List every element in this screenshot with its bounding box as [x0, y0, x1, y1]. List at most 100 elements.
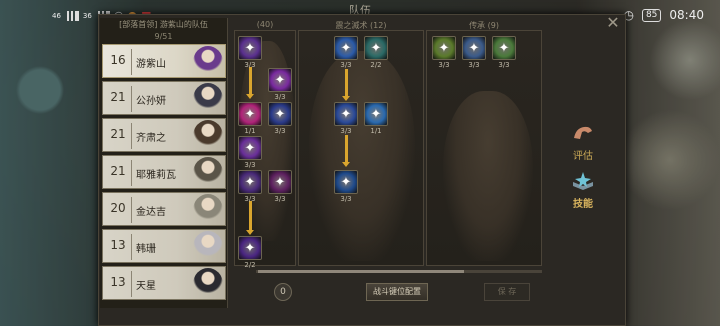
member-level: 13	[110, 238, 126, 252]
party-count: 9/51	[154, 32, 173, 41]
skill-count: 3/3	[244, 195, 256, 203]
member-name: 天星	[136, 281, 156, 292]
arrow-icon: ✦	[468, 40, 480, 56]
party-member[interactable]: 13 天星	[102, 266, 226, 300]
skill-slot-left[interactable]: ✦	[268, 102, 292, 126]
tree-arrow	[342, 69, 350, 101]
tree-arrow	[246, 67, 254, 99]
blade-icon: ✦	[498, 40, 510, 56]
skill-count: 3/3	[274, 127, 286, 135]
skill-count: 1/1	[370, 127, 382, 135]
party-member[interactable]: 21 公孙妍	[102, 81, 226, 115]
skill-slot-middle[interactable]: ✦	[334, 36, 358, 60]
party-member[interactable]: 20 金达吉	[102, 192, 226, 226]
party-member[interactable]: 21 齐肃之	[102, 118, 226, 152]
save-button[interactable]: 保 存	[484, 283, 530, 301]
level-divider	[131, 49, 132, 75]
skill-slot-middle[interactable]: ✦	[334, 170, 358, 194]
keybind-config-button[interactable]: 战斗键位配置	[366, 283, 428, 301]
shadow-icon: ✦	[244, 240, 256, 256]
skill-slot-left[interactable]: ✦	[268, 170, 292, 194]
skill-count: 3/3	[498, 61, 510, 69]
member-level: 21	[110, 90, 126, 104]
skill-count: 3/3	[274, 93, 286, 101]
tab-character-label: 评估	[573, 151, 593, 162]
member-level: 16	[110, 53, 126, 67]
party-member[interactable]: 13 韩珊	[102, 229, 226, 263]
panel-left-title: (40)	[256, 20, 274, 29]
tree-backdrop	[309, 51, 415, 261]
flame-icon: ✦	[274, 174, 286, 190]
skill-count: 3/3	[468, 61, 480, 69]
leaf-icon: ✦	[438, 40, 450, 56]
panel-scrollbar[interactable]	[256, 270, 542, 273]
arcane-icon: ✦	[274, 106, 286, 122]
skill-count: 3/3	[438, 61, 450, 69]
close-icon[interactable]: ✕	[603, 14, 623, 32]
void-icon: ✦	[244, 40, 256, 56]
figure-icon: ✦	[370, 106, 382, 122]
skill-slot-left[interactable]: ✦	[238, 236, 262, 260]
burst-icon: ✦	[244, 106, 256, 122]
skill-count: 3/3	[340, 127, 352, 135]
member-name: 金达吉	[136, 207, 166, 218]
avatar	[193, 46, 223, 77]
skill-panel-middle	[298, 30, 424, 266]
member-level: 13	[110, 275, 126, 289]
level-divider	[131, 123, 132, 149]
panel-middle-title: 震之滅术 (12)	[335, 21, 387, 30]
member-name: 齐肃之	[136, 133, 166, 144]
skill-slot-left[interactable]: ✦	[268, 68, 292, 92]
skill-count: 3/3	[340, 195, 352, 203]
game-screen: 46 36 ◠ ● ■ ◷ 85 08:40 队伍 ✕ [部落首领] 游紫山的队…	[0, 0, 720, 326]
tab-character[interactable]: 评估	[560, 122, 606, 162]
tentacle-icon: ✦	[244, 174, 256, 190]
skill-slot-left[interactable]: ✦	[238, 36, 262, 60]
skill-slot-middle[interactable]: ✦	[364, 36, 388, 60]
tab-skills[interactable]: 技能	[560, 170, 606, 210]
skill-points-counter: 0	[274, 283, 292, 301]
avatar	[193, 194, 223, 225]
skill-slot-right[interactable]: ✦	[462, 36, 486, 60]
member-level: 21	[110, 164, 126, 178]
skill-count: 1/1	[244, 127, 256, 135]
avatar	[193, 83, 223, 114]
arm-icon	[574, 126, 592, 139]
tree-arrow	[246, 201, 254, 235]
spiral-icon: ✦	[340, 106, 352, 122]
party-member[interactable]: 16 游紫山	[102, 44, 226, 78]
party-list: [部落首领] 游紫山的队伍 9/51 16 游紫山 21 公孙妍 21 齐肃之 21 耶雅莉瓦…	[100, 18, 228, 308]
skill-slot-middle[interactable]: ✦	[334, 102, 358, 126]
bottom-bar: 0 战斗键位配置 保 存	[228, 276, 548, 308]
member-name: 游紫山	[136, 59, 166, 70]
level-divider	[131, 86, 132, 112]
skill-slot-right[interactable]: ✦	[492, 36, 516, 60]
avatar	[193, 157, 223, 188]
avatar	[193, 268, 223, 299]
skill-book-icon	[573, 172, 593, 190]
skill-slot-left[interactable]: ✦	[238, 136, 262, 160]
skill-count: 3/3	[340, 61, 352, 69]
skill-slot-left[interactable]: ✦	[238, 102, 262, 126]
scrollbar-thumb[interactable]	[258, 270, 464, 273]
vortex-icon: ✦	[274, 72, 286, 88]
panel-right-title: 传承 (9)	[469, 21, 499, 30]
member-name: 韩珊	[136, 244, 156, 255]
skill-slot-right[interactable]: ✦	[432, 36, 456, 60]
tree-backdrop	[443, 91, 533, 261]
skill-count: 3/3	[274, 195, 286, 203]
skull-icon: ✦	[244, 140, 256, 156]
skill-slot-left[interactable]: ✦	[238, 170, 262, 194]
tree-arrow	[342, 135, 350, 167]
skill-count: 2/2	[244, 261, 256, 269]
level-divider	[131, 197, 132, 223]
skill-count: 3/3	[244, 161, 256, 169]
member-name: 耶雅莉瓦	[136, 170, 176, 181]
party-member[interactable]: 21 耶雅莉瓦	[102, 155, 226, 189]
level-divider	[131, 271, 132, 297]
avatar	[193, 120, 223, 151]
skill-slot-middle[interactable]: ✦	[364, 102, 388, 126]
member-level: 21	[110, 127, 126, 141]
shuriken-icon: ✦	[370, 40, 382, 56]
member-level: 20	[110, 201, 126, 215]
